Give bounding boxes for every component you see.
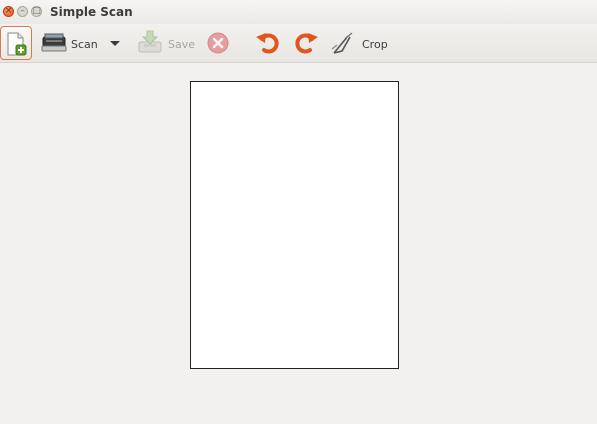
scan-options-button[interactable] — [104, 26, 126, 60]
crop-label: Crop — [362, 38, 388, 51]
maximize-icon: □ — [32, 6, 41, 16]
minimize-icon: – — [20, 6, 25, 16]
chevron-down-icon — [110, 41, 120, 46]
save-icon — [138, 30, 162, 53]
window-maximize-button[interactable]: □ — [31, 6, 42, 17]
save-label: Save — [168, 38, 196, 51]
close-icon: × — [4, 6, 13, 16]
scan-label: Scan — [71, 38, 98, 51]
window-close-button[interactable]: × — [3, 6, 14, 17]
save-button[interactable]: Save — [134, 26, 196, 60]
window-minimize-button[interactable]: – — [17, 6, 28, 17]
cancel-icon — [207, 32, 229, 54]
scan-page-preview[interactable] — [190, 81, 399, 369]
toolbar: Scan Save Crop — [0, 24, 597, 63]
rotate-right-button[interactable] — [291, 26, 321, 60]
scanner-icon — [41, 33, 67, 52]
window-title: Simple Scan — [50, 5, 133, 19]
new-document-icon — [7, 32, 27, 56]
cancel-button[interactable] — [203, 26, 233, 60]
scan-button[interactable]: Scan — [38, 26, 98, 60]
rotate-left-icon — [256, 33, 279, 54]
rotate-right-icon — [295, 33, 318, 54]
rotate-left-button[interactable] — [253, 26, 283, 60]
crop-button[interactable]: Crop — [328, 26, 390, 60]
new-document-button[interactable] — [0, 26, 32, 60]
title-bar: × – □ Simple Scan — [0, 0, 597, 25]
crop-icon — [331, 32, 353, 54]
